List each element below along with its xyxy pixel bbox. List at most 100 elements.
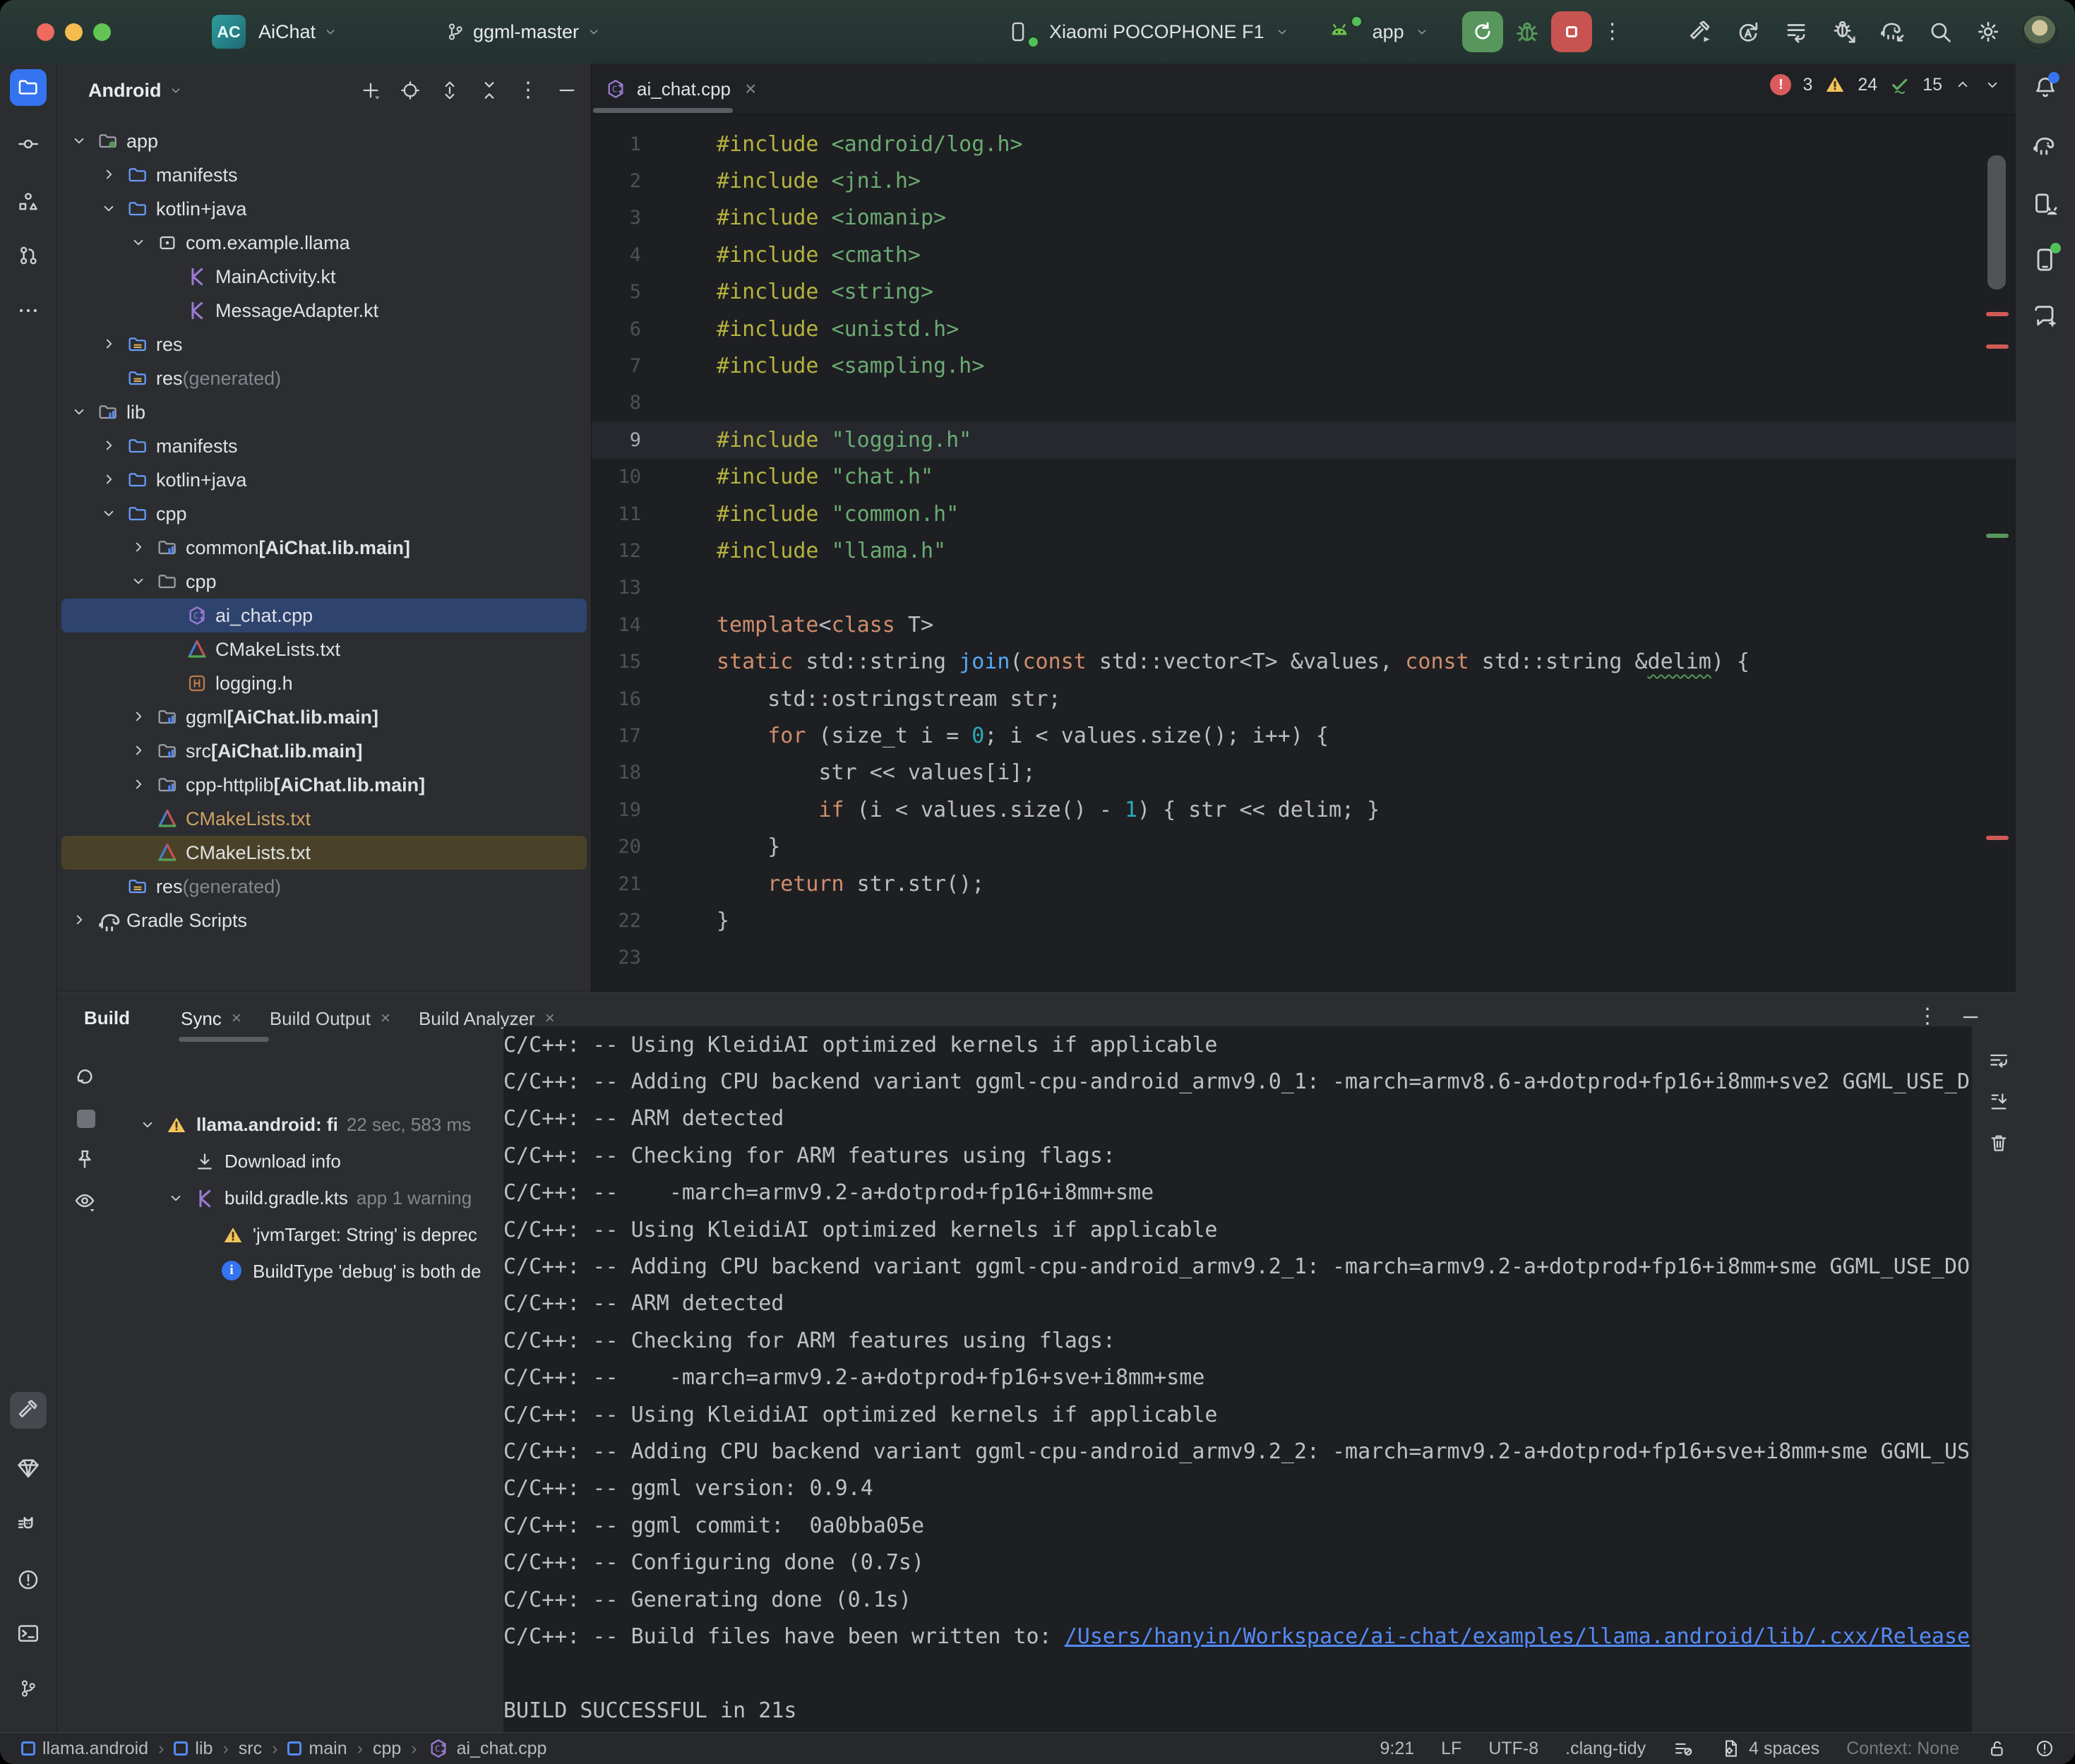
code-line-10[interactable]: 10#include "chat.h" bbox=[592, 459, 2016, 496]
add-icon[interactable] bbox=[359, 79, 382, 102]
debug-button[interactable] bbox=[1513, 18, 1541, 46]
settings-icon[interactable] bbox=[1975, 18, 2002, 45]
code-line-8[interactable]: 8 bbox=[592, 385, 2016, 421]
attach-debugger-icon[interactable] bbox=[1831, 18, 1858, 45]
code-line-2[interactable]: 2#include <jni.h> bbox=[592, 162, 2016, 199]
locate-icon[interactable] bbox=[399, 79, 421, 102]
more-actions-button[interactable]: ⋮ bbox=[1602, 21, 1623, 42]
code-line-3[interactable]: 3#include <iomanip> bbox=[592, 200, 2016, 236]
terminal-tool-button[interactable] bbox=[10, 1615, 47, 1652]
code-line-7[interactable]: 7#include <sampling.h> bbox=[592, 347, 2016, 384]
code-line-23[interactable]: 23 bbox=[592, 940, 2016, 976]
running-devices-button[interactable] bbox=[2027, 241, 2064, 278]
line-number[interactable]: 19 bbox=[592, 799, 641, 821]
close-icon[interactable]: × bbox=[545, 1009, 555, 1028]
code-line-21[interactable]: 21 return str.str(); bbox=[592, 865, 2016, 902]
device-manager-button[interactable] bbox=[2027, 186, 2064, 223]
chevron-right-icon[interactable] bbox=[100, 335, 118, 353]
structure-tool-button[interactable] bbox=[10, 184, 47, 220]
run-config-selector[interactable]: app bbox=[1373, 21, 1404, 43]
clear-icon[interactable] bbox=[1987, 1132, 2010, 1154]
scroll-end-icon[interactable] bbox=[1987, 1091, 2010, 1113]
code-line-1[interactable]: 1#include <android/log.h> bbox=[592, 126, 2016, 162]
editor-tab[interactable]: C ai_chat.cpp × bbox=[604, 64, 756, 114]
tree-item-com-example-llama[interactable]: com.example.llama bbox=[61, 226, 587, 260]
error-stripe-mark[interactable] bbox=[1986, 836, 2009, 840]
code-line-17[interactable]: 17 for (size_t i = 0; i < values.size();… bbox=[592, 717, 2016, 754]
tree-item-manifests[interactable]: manifests bbox=[61, 429, 587, 463]
build-tool-button[interactable] bbox=[10, 1392, 47, 1429]
breadcrumb-src[interactable]: src bbox=[239, 1739, 262, 1759]
code-line-18[interactable]: 18 str << values[i]; bbox=[592, 755, 2016, 791]
build-options-icon[interactable]: ⋮ bbox=[1917, 1006, 1938, 1027]
code-line-19[interactable]: 19 if (i < values.size() - 1) { str << d… bbox=[592, 791, 2016, 828]
gradle-tool-button[interactable] bbox=[2027, 128, 2064, 165]
tree-item-logging-h[interactable]: logging.h bbox=[61, 666, 587, 700]
project-view-selector[interactable]: Android bbox=[88, 64, 184, 117]
code-line-15[interactable]: 15static std::string join(const std::vec… bbox=[592, 643, 2016, 680]
tree-item-cpp-httplib[interactable]: cpp-httplib [AiChat.lib.main] bbox=[61, 768, 587, 802]
tree-item-kotlin-java[interactable]: kotlin+java bbox=[61, 463, 587, 497]
close-icon[interactable]: × bbox=[232, 1009, 241, 1028]
line-number[interactable]: 16 bbox=[592, 688, 641, 710]
code-line-6[interactable]: 6#include <unistd.h> bbox=[592, 311, 2016, 347]
build-tab-build-output[interactable]: Build Output× bbox=[270, 1008, 390, 1030]
code-line-12[interactable]: 12#include "llama.h" bbox=[592, 532, 2016, 569]
traffic-close[interactable] bbox=[37, 23, 54, 41]
breadcrumb-ai-chat-cpp[interactable]: Cai_chat.cpp bbox=[427, 1737, 547, 1760]
tree-item-ai-chat-cpp[interactable]: Cai_chat.cpp bbox=[61, 599, 587, 632]
chevron-right-icon[interactable] bbox=[100, 470, 118, 488]
code-line-14[interactable]: 14template<class T> bbox=[592, 606, 2016, 643]
close-icon[interactable]: × bbox=[745, 78, 756, 100]
apply-changes-icon[interactable] bbox=[1783, 18, 1810, 45]
chevron-down-icon[interactable] bbox=[100, 199, 118, 217]
tree-item-res[interactable]: res bbox=[61, 328, 587, 361]
chevron-down-icon[interactable] bbox=[70, 402, 88, 421]
more-tools-button[interactable] bbox=[10, 292, 47, 329]
panel-options-icon[interactable]: ⋮ bbox=[518, 80, 539, 101]
device-selector[interactable]: Xiaomi POCOPHONE F1 bbox=[1049, 21, 1264, 43]
soft-wrap-icon[interactable] bbox=[1987, 1050, 2010, 1072]
tree-item-cmakelists-txt[interactable]: CMakeLists.txt bbox=[61, 836, 587, 870]
chevron-down-icon[interactable] bbox=[167, 1189, 185, 1207]
status-item-formatter[interactable] bbox=[1673, 1738, 1694, 1759]
gemini-button[interactable] bbox=[2027, 298, 2064, 335]
hide-panel-icon[interactable] bbox=[556, 79, 578, 102]
chevron-right-icon[interactable] bbox=[129, 775, 148, 793]
line-number[interactable]: 21 bbox=[592, 873, 641, 895]
breadcrumb-main[interactable]: main bbox=[287, 1739, 347, 1759]
chevron-down-icon[interactable] bbox=[70, 131, 88, 150]
build-tab-sync[interactable]: Sync× bbox=[181, 1008, 241, 1030]
tree-item-res[interactable]: res (generated) bbox=[61, 870, 587, 904]
status-item-error-outline[interactable] bbox=[2034, 1738, 2055, 1759]
refresh-icon[interactable] bbox=[73, 1064, 97, 1088]
chevron-down-icon[interactable] bbox=[129, 233, 148, 251]
problems-tool-button[interactable] bbox=[10, 1561, 47, 1598]
breadcrumb-lib[interactable]: lib bbox=[174, 1739, 213, 1759]
build-tree-item-4[interactable]: iBuildType 'debug' is both de bbox=[57, 1254, 503, 1290]
code-line-5[interactable]: 5#include <string> bbox=[592, 274, 2016, 311]
chevron-right-icon[interactable] bbox=[100, 436, 118, 455]
line-number[interactable]: 20 bbox=[592, 836, 641, 858]
commit-tool-button[interactable] bbox=[10, 126, 47, 162]
chevron-right-icon[interactable] bbox=[70, 911, 88, 929]
hide-build-panel-icon[interactable] bbox=[1959, 1006, 1982, 1028]
line-number[interactable]: 5 bbox=[592, 281, 641, 303]
tree-item-app[interactable]: app bbox=[61, 124, 587, 158]
prev-problem-icon[interactable] bbox=[1954, 76, 1972, 94]
tree-item-messageadapter-kt[interactable]: MessageAdapter.kt bbox=[61, 294, 587, 328]
editor[interactable]: C ai_chat.cpp × 1#include <android/log.h… bbox=[592, 64, 2016, 992]
avatar[interactable] bbox=[2023, 15, 2057, 49]
chevron-right-icon[interactable] bbox=[129, 707, 148, 726]
tree-item-manifests[interactable]: manifests bbox=[61, 158, 587, 192]
project-tool-button[interactable] bbox=[10, 69, 47, 106]
tree-item-gradle-scripts[interactable]: Gradle Scripts bbox=[61, 904, 587, 937]
code-line-11[interactable]: 11#include "common.h" bbox=[592, 496, 2016, 532]
status-item-4-spaces[interactable]: 4 spaces bbox=[1721, 1738, 1819, 1759]
build-run-icon[interactable] bbox=[1687, 18, 1714, 45]
tree-item-lib[interactable]: lib bbox=[61, 395, 587, 429]
tree-item-res[interactable]: res (generated) bbox=[61, 361, 587, 395]
search-icon[interactable] bbox=[1927, 18, 1954, 45]
editor-scrollbar[interactable] bbox=[1987, 155, 2006, 289]
line-number[interactable]: 23 bbox=[592, 947, 641, 968]
